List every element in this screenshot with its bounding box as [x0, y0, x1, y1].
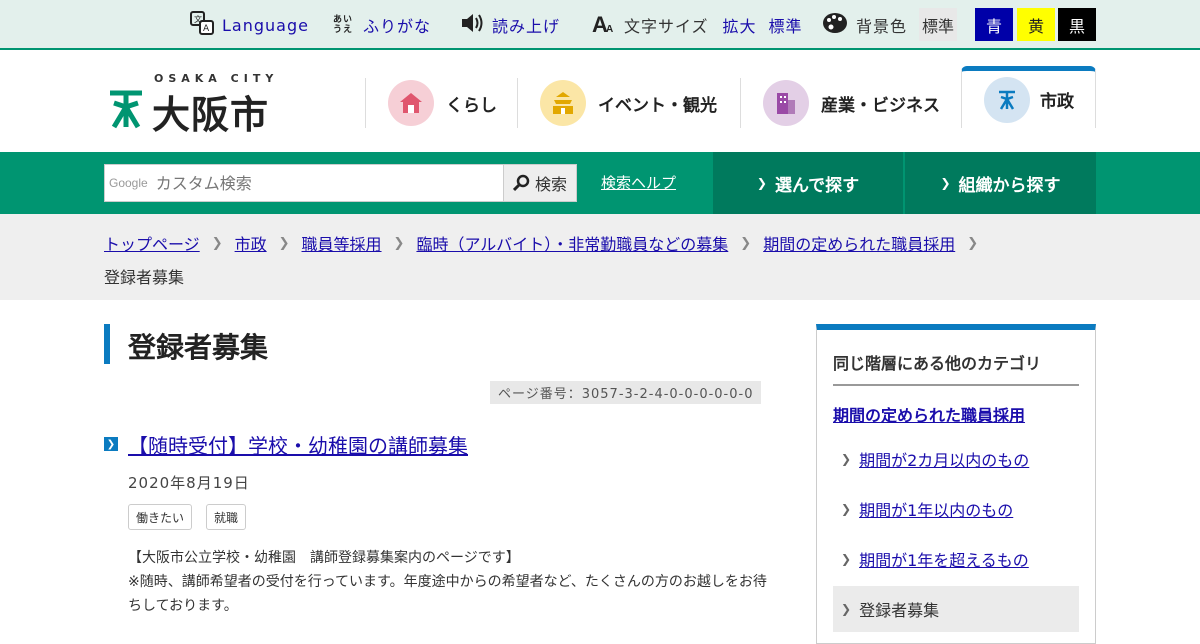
font-standard-button[interactable]: 標準	[769, 13, 803, 37]
nav-label: 産業・ビジネス	[821, 95, 940, 116]
sidebar-item-link[interactable]: 期間が1年以内のもの	[859, 497, 1013, 521]
bg-color-label-group: 背景色	[822, 12, 907, 38]
sidebar-item[interactable]: ❯ 期間が1年を超えるもの	[833, 536, 1079, 582]
translate-icon: 文A	[190, 11, 214, 39]
nav-city-government[interactable]: 市政	[961, 66, 1096, 128]
bg-black-button[interactable]: 黒	[1058, 8, 1096, 41]
chevron-right-icon: ❯	[841, 502, 852, 516]
google-label: Google	[109, 176, 148, 190]
nav-kurashi[interactable]: くらし	[365, 78, 517, 128]
chevron-right-icon: ❯	[211, 235, 223, 251]
tab-org-label: 組織から探す	[958, 175, 1061, 196]
article-date: 2020年8月19日	[128, 474, 250, 492]
tag-badge[interactable]: 就職	[206, 504, 247, 530]
search-box: Google	[104, 164, 504, 202]
search-help-link[interactable]: 検索ヘルプ	[601, 172, 676, 193]
font-size-icon: AA	[592, 12, 616, 38]
chevron-right-icon: ❯	[278, 235, 290, 251]
breadcrumb-link-fixed-term[interactable]: 期間の定められた職員採用	[763, 231, 955, 255]
house-icon	[388, 80, 434, 126]
font-size-label: 文字サイズ	[624, 17, 709, 36]
article-summary: 【大阪市公立学校・幼稚園 講師登録募集案内のページです】 ※随時、講師希望者の受…	[128, 546, 778, 618]
chevron-down-icon: ❯	[940, 176, 951, 190]
speaker-icon	[460, 12, 484, 38]
page-number: ページ番号：3057-3-2-4-0-0-0-0-0-0	[490, 381, 762, 404]
nav-industry-business[interactable]: 産業・ビジネス	[740, 78, 962, 128]
nav-label: くらし	[446, 95, 497, 116]
sidebar-categories: 同じ階層にある他のカテゴリ 期間の定められた職員採用 ❯ 期間が2カ月以内のもの…	[816, 324, 1096, 644]
svg-text:A: A	[203, 24, 210, 34]
breadcrumb-link-shisei[interactable]: 市政	[235, 231, 267, 255]
chevron-right-icon: ❯	[393, 235, 405, 251]
palette-icon	[822, 12, 848, 38]
building-icon	[763, 80, 809, 126]
article-summary-line: ※随時、講師希望者の受付を行っています。年度途中からの希望者など、たくさんの方の…	[128, 574, 767, 614]
bg-standard-button[interactable]: 標準	[919, 8, 957, 41]
tag-badge[interactable]: 働きたい	[128, 504, 193, 530]
language-label: Language	[222, 15, 309, 35]
breadcrumb-link-temporary[interactable]: 臨時（アルバイト）・非常勤職員などの募集	[416, 231, 728, 255]
article-title-link[interactable]: 【随時受付】学校・幼稚園の講師募集	[128, 430, 468, 459]
nav-event-tourism[interactable]: イベント・観光	[517, 78, 740, 128]
read-aloud-label: 読み上げ	[492, 17, 561, 36]
furigana-icon: あい うえ	[333, 15, 354, 35]
bg-yellow-button[interactable]: 黄	[1017, 8, 1055, 41]
sidebar-item-link[interactable]: 期間が2カ月以内のもの	[859, 447, 1029, 471]
tab-select-search[interactable]: ❯ 選んで探す	[713, 152, 903, 214]
language-link[interactable]: 文A Language	[190, 11, 309, 39]
chevron-down-icon: ❯	[756, 176, 767, 190]
sidebar-item-label: 登録者募集	[859, 601, 940, 620]
chevron-right-icon: ❯	[841, 552, 852, 566]
chevron-right-icon: ❯	[104, 437, 118, 451]
page-title: 登録者募集	[128, 331, 269, 364]
site-logo[interactable]: OSAKA CITY 大阪市	[108, 72, 288, 137]
sidebar-heading: 同じ階層にある他のカテゴリ	[833, 350, 1079, 386]
search-bar: Google 検索 検索ヘルプ ❯ 選んで探す ❯ 組織から探す	[0, 152, 1200, 214]
sidebar-parent-link[interactable]: 期間の定められた職員採用	[833, 402, 1025, 426]
furigana-link[interactable]: あい うえ ふりがな	[333, 12, 431, 38]
bg-color-label: 背景色	[856, 17, 908, 36]
breadcrumb-current: 登録者募集	[104, 268, 185, 287]
sidebar-item[interactable]: ❯ 期間が2カ月以内のもの	[833, 436, 1079, 482]
svg-text:文: 文	[194, 14, 203, 24]
breadcrumb-trail: トップページ ❯ 市政 ❯ 職員等採用 ❯ 臨時（アルバイト）・非常勤職員などの…	[104, 231, 990, 255]
utility-bar: 文A Language あい うえ ふりがな 読み上げ AA 文字サイズ 拡大 …	[0, 0, 1200, 50]
chevron-right-icon: ❯	[841, 602, 852, 616]
font-enlarge-button[interactable]: 拡大	[723, 13, 757, 37]
tab-org-search[interactable]: ❯ 組織から探す	[905, 152, 1096, 214]
logo-text: 大阪市	[152, 93, 270, 137]
furigana-label: ふりがな	[363, 17, 432, 36]
tab-select-label: 選んで探す	[774, 175, 860, 196]
breadcrumb-link-recruit[interactable]: 職員等採用	[302, 231, 382, 255]
breadcrumb-link-top[interactable]: トップページ	[104, 231, 200, 255]
search-button-label: 検索	[534, 175, 567, 194]
breadcrumb: トップページ ❯ 市政 ❯ 職員等採用 ❯ 臨時（アルバイト）・非常勤職員などの…	[0, 214, 1200, 300]
search-input[interactable]	[155, 173, 486, 193]
svg-text:A: A	[606, 24, 614, 34]
font-size-control: AA 文字サイズ 拡大 標準	[592, 12, 803, 38]
read-aloud-link[interactable]: 読み上げ	[460, 12, 560, 38]
search-button[interactable]: 検索	[503, 164, 577, 202]
sidebar-item-current: ❯ 登録者募集	[833, 586, 1079, 632]
chevron-right-icon: ❯	[967, 235, 979, 251]
nav-label: 市政	[1040, 92, 1074, 112]
article-summary-line: 【大阪市公立学校・幼稚園 講師登録募集案内のページです】	[128, 550, 520, 566]
site-header: OSAKA CITY 大阪市 くらし イベント・観光 産業・ビジネス 市政	[0, 52, 1200, 152]
nav-label: イベント・観光	[598, 95, 717, 116]
chevron-right-icon: ❯	[841, 452, 852, 466]
sidebar-item-link[interactable]: 期間が1年を超えるもの	[859, 547, 1029, 571]
city-mark-icon	[108, 89, 144, 133]
city-mark-icon	[984, 76, 1030, 123]
search-icon	[512, 174, 531, 192]
title-accent-bar	[104, 324, 110, 364]
chevron-right-icon: ❯	[740, 235, 752, 251]
castle-icon	[540, 80, 586, 126]
sidebar-item[interactable]: ❯ 期間が1年以内のもの	[833, 486, 1079, 532]
bg-blue-button[interactable]: 青	[975, 8, 1013, 41]
